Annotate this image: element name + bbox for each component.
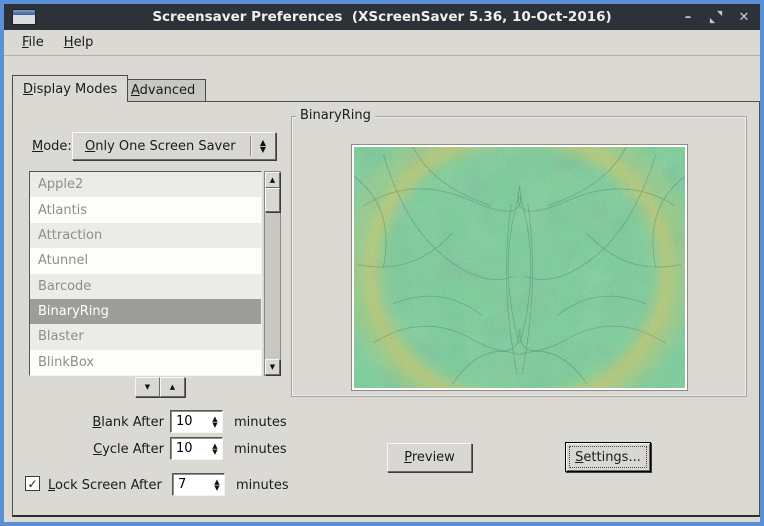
down-arrow-icon[interactable]: ▼	[212, 449, 217, 455]
blank-after-label: Blank After	[24, 415, 164, 430]
list-previous-button[interactable]: ▼	[135, 377, 160, 397]
scrollbar-thumb[interactable]	[265, 188, 280, 212]
cycle-after-spinner[interactable]: ▲ ▼	[170, 437, 223, 460]
list-item-barcode[interactable]: Barcode	[30, 274, 261, 299]
lock-screen-checkbox[interactable]: ✓	[25, 476, 40, 491]
blank-after-input[interactable]	[171, 411, 208, 432]
cycle-after-label: Cycle After	[24, 442, 164, 457]
lock-screen-unit: minutes	[236, 478, 289, 493]
scrollbar-track[interactable]	[265, 212, 280, 359]
list-scrollbar[interactable]: ▲ ▼	[264, 171, 281, 376]
spinner-arrows[interactable]: ▲ ▼	[210, 474, 224, 495]
list-item-blinkbox[interactable]: BlinkBox	[30, 350, 261, 375]
mode-select[interactable]: Only One Screen Saver ▲ ▼	[72, 132, 276, 160]
lock-screen-spinner[interactable]: ▲ ▼	[172, 473, 225, 496]
spinner-arrows[interactable]: ▲ ▼	[208, 438, 222, 459]
list-item-apple2[interactable]: Apple2	[30, 172, 261, 197]
list-item-atunnel[interactable]: Atunnel	[30, 248, 261, 273]
cycle-after-input[interactable]	[171, 438, 208, 459]
lock-screen-input[interactable]	[173, 474, 210, 495]
minimize-button[interactable]: –	[678, 7, 698, 27]
blank-after-spinner[interactable]: ▲ ▼	[170, 410, 223, 433]
close-button[interactable]: ✕	[734, 7, 754, 27]
scrollbar-up-button[interactable]: ▲	[265, 172, 280, 188]
list-item-atlantis[interactable]: Atlantis	[30, 197, 261, 222]
down-arrow-icon[interactable]: ▼	[212, 422, 217, 428]
list-item-blaster[interactable]: Blaster	[30, 324, 261, 349]
blank-after-unit: minutes	[234, 415, 287, 430]
lock-screen-label: Lock Screen After	[48, 478, 162, 493]
up-arrow-icon: ▲	[170, 383, 175, 391]
restore-button[interactable]	[706, 7, 726, 27]
saver-list[interactable]: Apple2 Atlantis Attraction Atunnel Barco…	[29, 171, 262, 376]
mode-label: Mode:	[32, 139, 72, 154]
menu-help[interactable]: Help	[54, 33, 104, 52]
menubar: File Help	[4, 30, 760, 56]
scrollbar-down-button[interactable]: ▼	[265, 359, 280, 375]
preview-groupbox-legend: BinaryRing	[296, 108, 375, 123]
tab-advanced[interactable]: Advanced	[120, 79, 206, 101]
down-arrow-icon: ▼	[270, 363, 275, 371]
settings-button[interactable]: Settings...	[565, 442, 651, 472]
list-item-binaryring[interactable]: BinaryRing	[30, 299, 261, 324]
xscreensaver-window: Screensaver Preferences (XScreenSaver 5.…	[0, 0, 764, 526]
restore-icon	[709, 10, 723, 24]
binaryring-preview-art	[354, 147, 685, 388]
down-arrow-icon: ▼	[145, 383, 150, 391]
mode-selected-value: Only One Screen Saver	[73, 139, 250, 154]
down-arrow-icon[interactable]: ▼	[214, 485, 219, 491]
cycle-after-unit: minutes	[234, 442, 287, 457]
spinner-arrows[interactable]: ▲ ▼	[208, 411, 222, 432]
preview-button[interactable]: Preview	[387, 443, 472, 472]
list-item-attraction[interactable]: Attraction	[30, 223, 261, 248]
checkmark-icon: ✓	[27, 477, 37, 491]
titlebar[interactable]: Screensaver Preferences (XScreenSaver 5.…	[4, 4, 760, 30]
list-next-button[interactable]: ▲	[160, 377, 185, 397]
window-controls: – ✕	[678, 4, 754, 30]
preview-image	[351, 144, 688, 391]
menu-file[interactable]: File	[12, 33, 54, 52]
tab-display-modes[interactable]: Display Modes	[12, 75, 128, 102]
combo-stepper-icon: ▲ ▼	[251, 139, 275, 153]
up-arrow-icon: ▲	[270, 176, 275, 184]
down-arrow-icon: ▼	[260, 146, 266, 153]
window-title: Screensaver Preferences (XScreenSaver 5.…	[4, 9, 760, 25]
